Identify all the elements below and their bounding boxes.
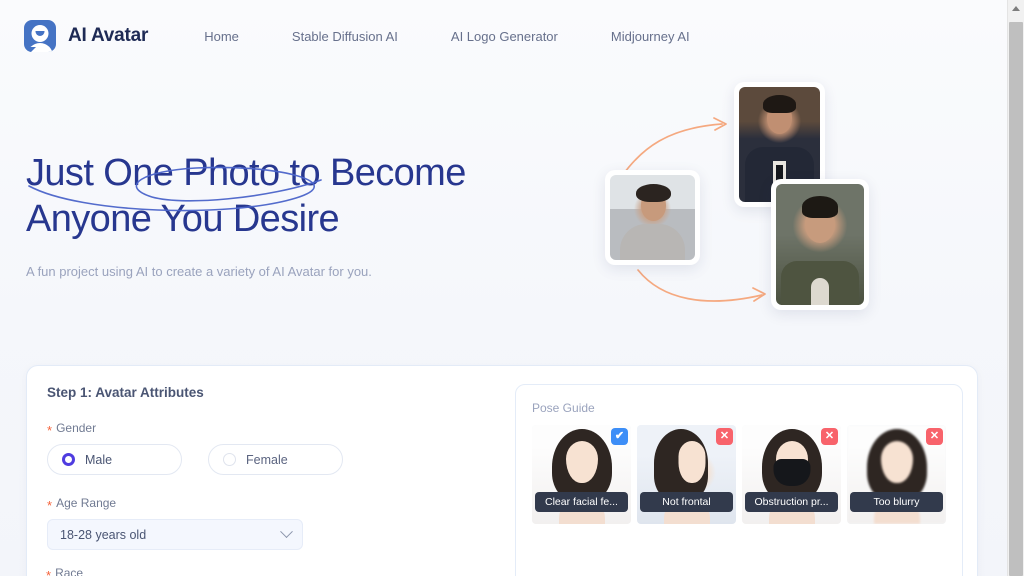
hero-section: Just One Photo to Become Anyone You Desi… [0,72,1007,357]
generated-photo-jacket [771,179,869,310]
page-title: Just One Photo to Become Anyone You Desi… [26,152,466,240]
gender-option-male[interactable]: Male [47,444,182,475]
chevron-down-icon [280,525,293,539]
pose-guide-caption: Too blurry [850,492,943,512]
main-nav: Home Stable Diffusion AI AI Logo Generat… [204,23,689,50]
avatar-logo-icon [24,20,56,52]
age-range-label: * Age Range [47,496,495,513]
race-label-text: Race [55,566,84,576]
attributes-panel: Step 1: Avatar Attributes * Gender Male … [27,366,515,550]
age-range-label-text: Age Range [56,496,117,510]
nav-item-ai-logo-generator[interactable]: AI Logo Generator [451,23,558,50]
brand-name: AI Avatar [68,25,149,46]
gender-label: * Gender [47,421,495,438]
brand-logo[interactable]: AI Avatar [24,20,148,52]
race-label: * Race [46,566,83,576]
scrollbar-thumb[interactable] [1009,22,1023,576]
hero-illustration [596,78,896,328]
pose-guide-item-clear-facial[interactable]: ✔ Clear facial fe... [532,425,631,524]
pose-guide-title: Pose Guide [532,401,595,415]
gender-radio-group: Male Female [47,444,495,475]
age-range-select[interactable]: 18-28 years old [47,519,303,550]
pose-guide-list: ✔ Clear facial fe... ✕ Not frontal ✕ Obs… [532,425,946,524]
scroll-up-arrow-icon [1012,6,1020,11]
nav-item-home[interactable]: Home [204,23,239,50]
avatar-attributes-card: Step 1: Avatar Attributes * Gender Male … [26,365,978,576]
close-icon: ✕ [821,428,838,445]
gender-option-female-label: Female [246,452,288,467]
pose-guide-item-too-blurry[interactable]: ✕ Too blurry [847,425,946,524]
required-asterisk: * [46,567,52,576]
pose-guide-item-obstruction[interactable]: ✕ Obstruction pr... [742,425,841,524]
gender-option-female[interactable]: Female [208,444,343,475]
scroll-up-button[interactable] [1008,0,1024,17]
gender-option-male-label: Male [85,452,113,467]
required-asterisk: * [47,422,53,438]
pose-guide-panel: Pose Guide ✔ Clear facial fe... ✕ Not fr… [515,384,963,576]
pose-guide-item-not-frontal[interactable]: ✕ Not frontal [637,425,736,524]
required-asterisk: * [47,497,53,513]
radio-unselected-icon [223,453,236,466]
pose-guide-caption: Clear facial fe... [535,492,628,512]
page-root: AI Avatar Home Stable Diffusion AI AI Lo… [0,0,1024,576]
site-header: AI Avatar Home Stable Diffusion AI AI Lo… [0,0,1007,72]
gender-label-text: Gender [56,421,97,435]
age-range-value: 18-28 years old [60,527,147,542]
pose-guide-caption: Obstruction pr... [745,492,838,512]
vertical-scrollbar[interactable] [1007,0,1024,576]
step-title: Step 1: Avatar Attributes [47,385,204,400]
radio-selected-icon [62,453,75,466]
nav-item-midjourney-ai[interactable]: Midjourney AI [611,23,690,50]
source-photo [605,170,700,265]
hero-copy: Just One Photo to Become Anyone You Desi… [26,150,546,279]
pose-guide-caption: Not frontal [640,492,733,512]
nav-item-stable-diffusion-ai[interactable]: Stable Diffusion AI [292,23,398,50]
check-icon: ✔ [611,428,628,445]
hero-subtitle: A fun project using AI to create a varie… [26,264,372,279]
browser-viewport: AI Avatar Home Stable Diffusion AI AI Lo… [0,0,1007,576]
close-icon: ✕ [926,428,943,445]
close-icon: ✕ [716,428,733,445]
